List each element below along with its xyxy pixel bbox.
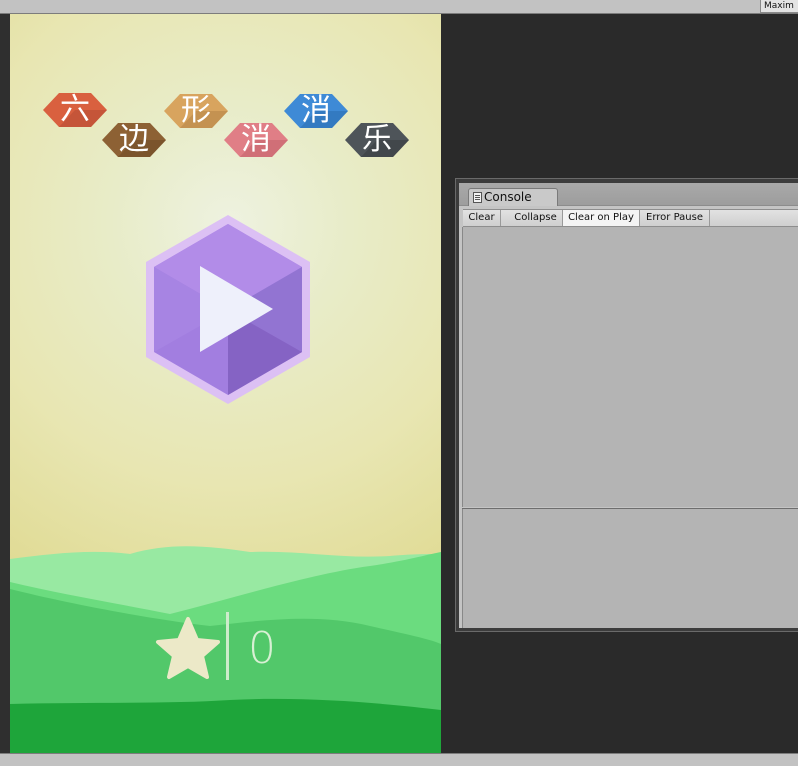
console-log-list[interactable] <box>462 227 798 507</box>
console-tab-bar: Console <box>459 183 798 206</box>
title-char-6: 乐 <box>362 122 392 157</box>
score-divider <box>226 612 229 680</box>
game-view[interactable]: 六 边 形 消 消 乐 0 <box>10 14 441 754</box>
title-char-4: 消 <box>241 122 271 157</box>
console-toolbar: Clear Collapse Clear on Play Error Pause <box>463 209 798 227</box>
console-detail-pane[interactable] <box>462 509 798 628</box>
editor-top-strip: Maxim <box>0 0 798 14</box>
editor-bottom-strip <box>0 753 798 766</box>
console-panel: Console Clear Collapse Clear on Play Err… <box>459 183 798 628</box>
console-tab-icon <box>473 192 482 203</box>
clear-on-play-toggle[interactable]: Clear on Play <box>563 210 640 226</box>
error-pause-toggle[interactable]: Error Pause <box>640 210 710 226</box>
title-char-1: 六 <box>60 92 90 127</box>
collapse-button[interactable]: Collapse <box>509 210 563 226</box>
tab-console[interactable]: Console <box>468 188 558 206</box>
title-char-3: 形 <box>181 93 211 128</box>
score-value: 0 <box>248 623 276 674</box>
clear-button[interactable]: Clear <box>463 210 501 226</box>
console-tab-label: Console <box>484 190 532 204</box>
title-char-2: 边 <box>119 122 149 157</box>
editor-left-gutter <box>0 14 10 754</box>
play-button[interactable] <box>146 215 310 404</box>
maximize-on-play-button[interactable]: Maxim <box>760 0 798 13</box>
title-char-5: 消 <box>301 93 331 128</box>
front-hill <box>10 698 441 754</box>
console-window: Console Clear Collapse Clear on Play Err… <box>455 178 798 632</box>
